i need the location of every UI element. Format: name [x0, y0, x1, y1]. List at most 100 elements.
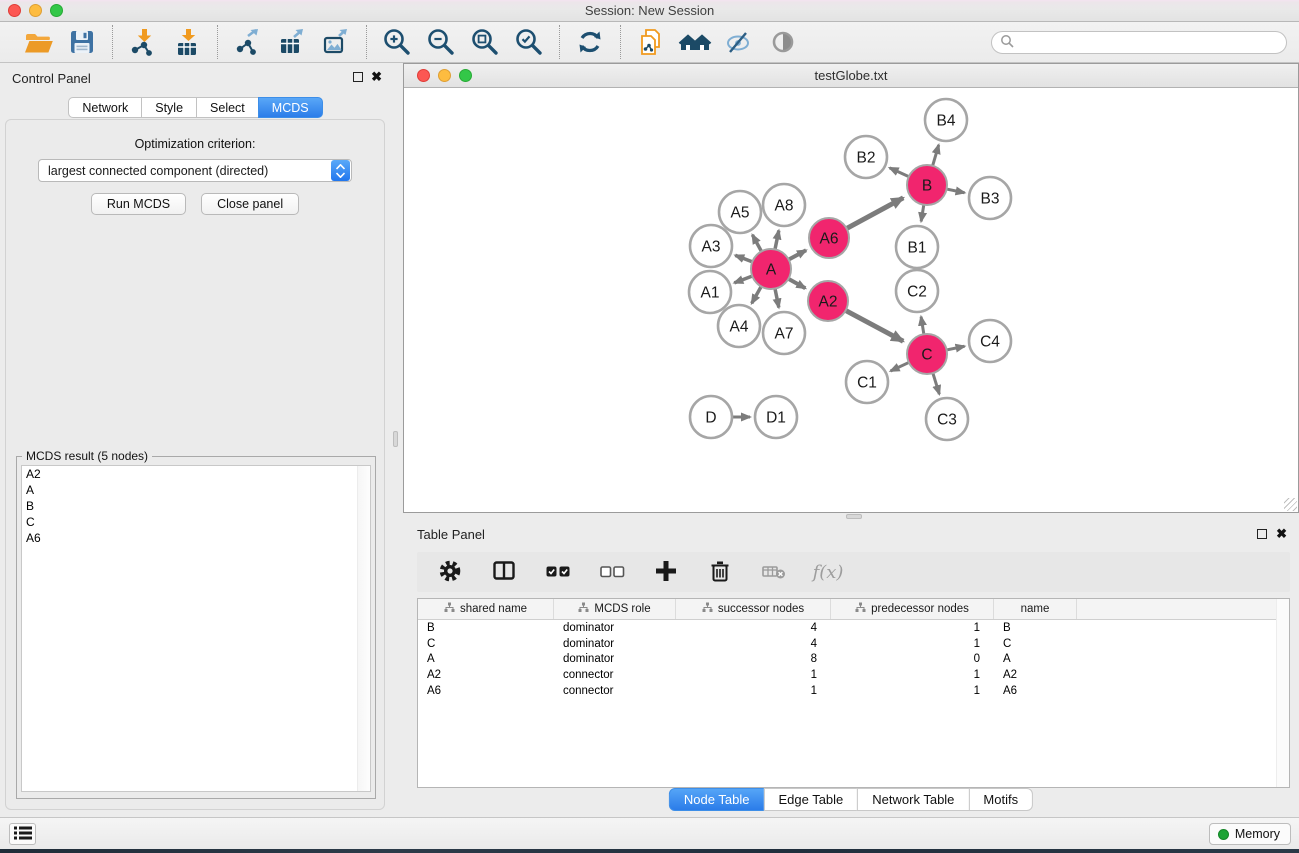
network-edge-A6-B[interactable] [844, 198, 903, 230]
network-node-B3[interactable]: B3 [969, 177, 1011, 219]
network-node-B4[interactable]: B4 [925, 99, 967, 141]
zoom-fit-button[interactable] [467, 26, 503, 58]
window-resize-grip[interactable] [1284, 498, 1297, 511]
splitter-handle[interactable] [393, 431, 398, 447]
network-node-A1[interactable]: A1 [689, 271, 731, 313]
gear-icon [436, 557, 464, 588]
show-graphics-button[interactable] [765, 26, 801, 58]
network-node-A5[interactable]: A5 [719, 191, 761, 233]
network-node-A[interactable]: A [751, 249, 791, 289]
close-panel-button[interactable]: Close panel [201, 193, 299, 215]
home-view-button[interactable] [677, 26, 713, 58]
control-panel-tabs: NetworkStyleSelectMCDS [0, 97, 391, 118]
float-panel-icon[interactable] [353, 72, 363, 82]
column-header-predecessor-nodes[interactable]: predecessor nodes [831, 599, 994, 619]
export-image-button[interactable] [318, 26, 354, 58]
add-column-button[interactable] [651, 557, 681, 587]
float-panel-icon[interactable] [1257, 529, 1267, 539]
save-session-button[interactable] [64, 26, 100, 58]
network-node-D[interactable]: D [690, 396, 732, 438]
tab-select[interactable]: Select [196, 97, 259, 118]
select-all-button[interactable] [543, 557, 573, 587]
table-row[interactable]: A2connector11A2 [418, 667, 1289, 683]
network-node-C[interactable]: C [907, 334, 947, 374]
network-node-C1[interactable]: C1 [846, 361, 888, 403]
tab-edge-table[interactable]: Edge Table [763, 788, 858, 811]
table-scrollbar[interactable] [1276, 599, 1289, 787]
network-node-D1[interactable]: D1 [755, 396, 797, 438]
network-node-B1[interactable]: B1 [896, 226, 938, 268]
horizontal-splitter[interactable] [403, 513, 1299, 520]
tab-node-table[interactable]: Node Table [669, 788, 765, 811]
tab-network[interactable]: Network [68, 97, 142, 118]
function-builder-button[interactable]: f(x) [813, 557, 843, 587]
splitter-handle[interactable] [846, 514, 862, 519]
task-history-button[interactable] [9, 823, 36, 845]
network-edge-A2-C[interactable] [843, 309, 903, 341]
network-node-A2[interactable]: A2 [808, 281, 848, 321]
close-panel-icon[interactable]: ✖ [371, 69, 382, 85]
network-window-titlebar[interactable]: testGlobe.txt [404, 64, 1298, 88]
network-node-C2[interactable]: C2 [896, 270, 938, 312]
mcds-result-item[interactable]: C [22, 514, 370, 530]
tab-mcds[interactable]: MCDS [258, 97, 323, 118]
import-table-button[interactable] [169, 26, 205, 58]
export-table-button[interactable] [274, 26, 310, 58]
search-input[interactable] [1014, 35, 1278, 49]
table-row[interactable]: Bdominator41B [418, 620, 1289, 636]
zoom-out-button[interactable] [423, 26, 459, 58]
network-graph[interactable]: B4 B2 B B3 A8A5 A6 A3 B1 A A1 C2 A2 A4A7 C4 C C1 C3 D D1 [404, 88, 1298, 512]
zoom-selected-icon [514, 27, 544, 57]
list-scrollbar[interactable] [357, 466, 370, 791]
network-node-B[interactable]: B [907, 165, 947, 205]
network-node-A4[interactable]: A4 [718, 305, 760, 347]
table-cell: dominator [554, 638, 676, 650]
session-title: Session: New Session [0, 3, 1299, 18]
mcds-result-item[interactable]: A2 [22, 466, 370, 482]
zoom-selected-button[interactable] [511, 26, 547, 58]
split-view-button[interactable] [489, 557, 519, 587]
open-session-button[interactable] [20, 26, 56, 58]
hide-graphics-button[interactable] [721, 26, 757, 58]
column-header-shared-name[interactable]: shared name [418, 599, 554, 619]
network-node-A6[interactable]: A6 [809, 218, 849, 258]
clone-network-button[interactable] [633, 26, 669, 58]
tab-style[interactable]: Style [141, 97, 197, 118]
delete-table-button[interactable] [759, 557, 789, 587]
table-settings-button[interactable] [435, 557, 465, 587]
mcds-result-item[interactable]: A6 [22, 530, 370, 546]
import-network-button[interactable] [125, 26, 161, 58]
mcds-result-item[interactable]: B [22, 498, 370, 514]
tab-network-table[interactable]: Network Table [857, 788, 969, 811]
network-node-B2[interactable]: B2 [845, 136, 887, 178]
column-header-name[interactable]: name [994, 599, 1077, 619]
network-canvas[interactable]: B4 B2 B B3 A8A5 A6 A3 B1 A A1 C2 A2 A4A7 C4 C C1 C3 D D1 [404, 88, 1298, 512]
eye-slash-icon [724, 27, 754, 57]
close-panel-icon[interactable]: ✖ [1276, 526, 1287, 542]
export-network-button[interactable] [230, 26, 266, 58]
vertical-splitter[interactable] [391, 63, 403, 817]
run-mcds-button[interactable]: Run MCDS [91, 193, 186, 215]
delete-column-button[interactable] [705, 557, 735, 587]
network-node-A3[interactable]: A3 [690, 225, 732, 267]
memory-button[interactable]: Memory [1209, 823, 1291, 845]
refresh-button[interactable] [572, 26, 608, 58]
network-node-A8[interactable]: A8 [763, 184, 805, 226]
network-node-C4[interactable]: C4 [969, 320, 1011, 362]
search-field[interactable] [991, 31, 1287, 54]
mcds-result-list[interactable]: A2ABCA6 [21, 465, 371, 792]
deselect-all-button[interactable] [597, 557, 627, 587]
network-node-A7[interactable]: A7 [763, 312, 805, 354]
tab-motifs[interactable]: Motifs [968, 788, 1033, 811]
table-cell: 1 [831, 685, 994, 697]
network-node-C3[interactable]: C3 [926, 398, 968, 440]
column-header-MCDS-role[interactable]: MCDS role [554, 599, 676, 619]
table-row[interactable]: Adominator80A [418, 652, 1289, 668]
table-row[interactable]: A6connector11A6 [418, 683, 1289, 699]
refresh-icon [575, 27, 605, 57]
mcds-result-item[interactable]: A [22, 482, 370, 498]
table-row[interactable]: Cdominator41C [418, 636, 1289, 652]
criterion-dropdown[interactable]: largest connected component (directed) [38, 159, 352, 182]
column-header-successor-nodes[interactable]: successor nodes [676, 599, 831, 619]
zoom-in-button[interactable] [379, 26, 415, 58]
